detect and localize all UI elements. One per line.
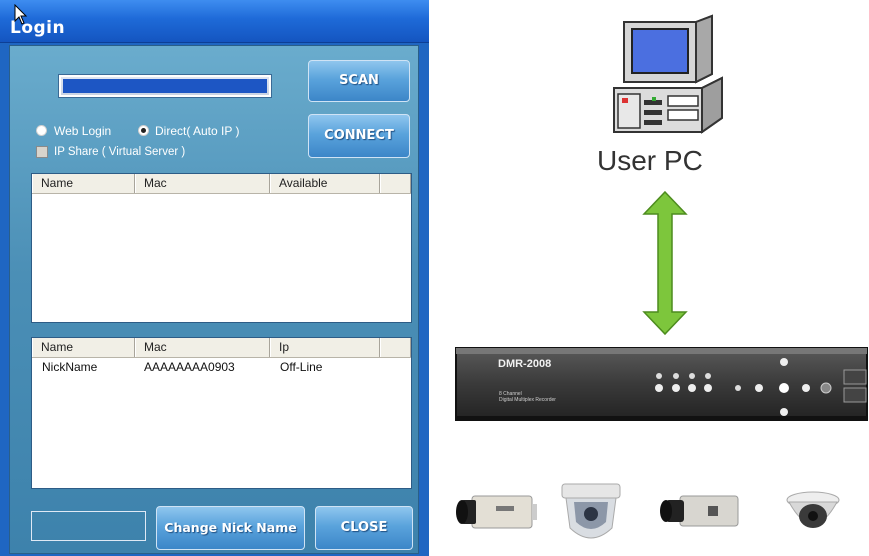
- direct-auto-ip-label: Direct( Auto IP ): [155, 124, 240, 138]
- column-header-filler: [380, 338, 411, 357]
- ip-share-checkbox[interactable]: [36, 146, 48, 158]
- box-camera-icon: [456, 495, 537, 529]
- web-login-radio[interactable]: [36, 125, 47, 136]
- scan-progress-fill: [63, 79, 267, 93]
- list-header: Name Mac Available: [32, 174, 411, 194]
- dvr-model-label: DMR-2008: [498, 358, 552, 370]
- table-row[interactable]: NickName AAAAAAAA0903 Off-Line: [32, 359, 411, 375]
- box-camera-icon: [660, 495, 739, 527]
- web-login-label: Web Login: [54, 124, 112, 138]
- column-header-ip[interactable]: Ip: [270, 338, 380, 357]
- direct-auto-ip-radio[interactable]: [138, 125, 149, 136]
- scan-button[interactable]: SCAN: [308, 60, 410, 102]
- double-arrow-icon: [642, 190, 688, 336]
- login-panel: SCAN CONNECT Web Login Direct( Auto IP )…: [9, 45, 419, 554]
- column-header-name[interactable]: Name: [32, 338, 135, 357]
- row-mac-cell: AAAAAAAA0903: [144, 360, 235, 374]
- column-header-name[interactable]: Name: [32, 174, 135, 193]
- scan-progress-field: [59, 75, 271, 97]
- mouse-pointer-icon: [14, 4, 28, 25]
- desktop-pc-icon: [613, 14, 723, 134]
- nickname-devices-list[interactable]: Name Mac Ip NickName AAAAAAAA0903 Off-Li…: [31, 337, 412, 489]
- column-header-mac[interactable]: Mac: [135, 338, 270, 357]
- connection-diagram: User PC DMR-2008 8 Channel Digital Multi…: [430, 0, 869, 556]
- dvr-sub-label: Digital Multiplex Recorder: [499, 397, 556, 403]
- scanned-devices-list[interactable]: Name Mac Available: [31, 173, 412, 323]
- ip-share-label: IP Share ( Virtual Server ): [54, 146, 186, 158]
- list-header: Name Mac Ip: [32, 338, 411, 358]
- column-header-filler: [380, 174, 411, 193]
- row-ip-cell: Off-Line: [280, 360, 323, 374]
- dome-camera-icon: [561, 483, 621, 539]
- change-nick-name-button[interactable]: Change Nick Name: [156, 506, 305, 550]
- login-window: Login SCAN CONNECT Web Login Direct( Aut…: [0, 0, 429, 556]
- column-header-available[interactable]: Available: [270, 174, 380, 193]
- column-header-mac[interactable]: Mac: [135, 174, 270, 193]
- dvr-device-icon: [455, 347, 868, 421]
- connect-button[interactable]: CONNECT: [308, 114, 410, 158]
- close-button[interactable]: CLOSE: [315, 506, 413, 550]
- title-bar[interactable]: Login: [0, 0, 429, 43]
- dome-camera-icon: [786, 491, 840, 528]
- user-pc-label: User PC: [597, 145, 703, 176]
- nickname-input[interactable]: [31, 511, 146, 541]
- row-name-cell: NickName: [42, 360, 98, 374]
